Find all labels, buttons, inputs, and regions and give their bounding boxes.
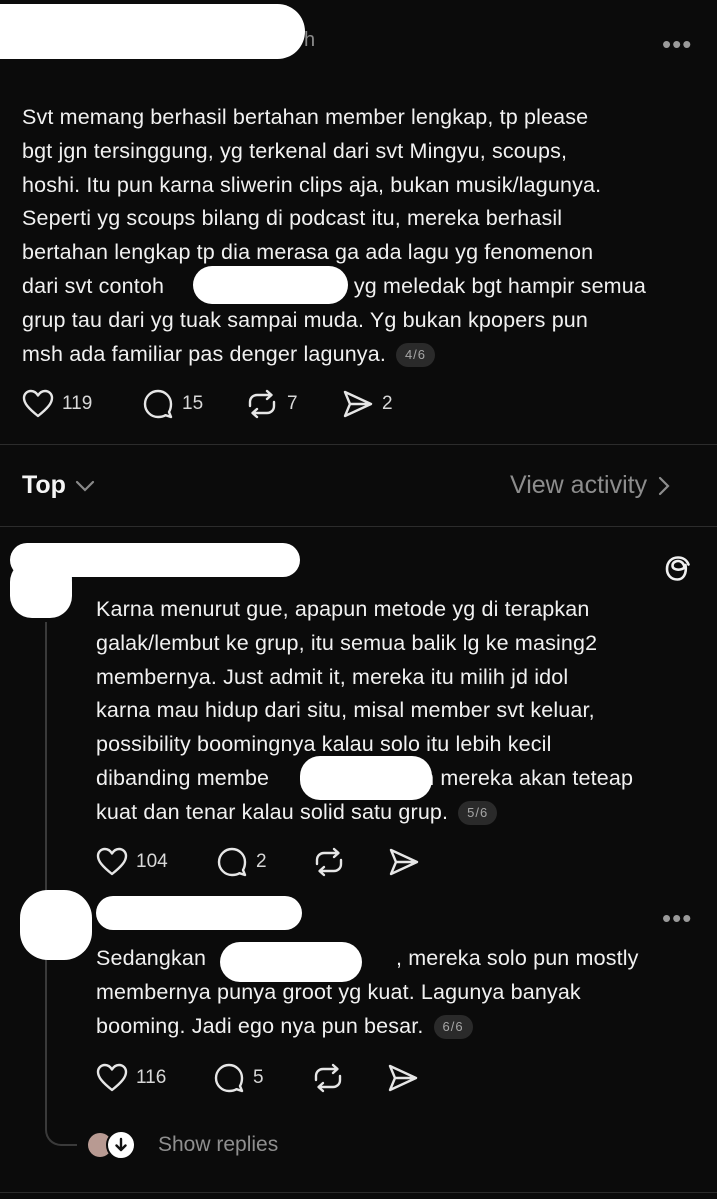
thread-position-badge: 6/6 bbox=[433, 1014, 473, 1039]
reply-line: Karna menurut gue, apapun metode yg di t… bbox=[96, 597, 590, 621]
reply-line: kuat dan tenar kalau solid satu grup. bbox=[96, 799, 449, 824]
share-button[interactable] bbox=[388, 847, 420, 877]
post-time: h bbox=[304, 29, 316, 51]
redacted-text bbox=[193, 266, 348, 304]
repost-count: 7 bbox=[287, 393, 298, 414]
reply-line: membernya. Just admit it, mereka itu mil… bbox=[96, 664, 569, 689]
like-button[interactable]: 116 bbox=[96, 1063, 213, 1093]
reply-button[interactable]: 2 bbox=[216, 846, 312, 878]
repost-button[interactable] bbox=[311, 1062, 387, 1094]
show-replies-button[interactable]: Show replies bbox=[88, 1130, 278, 1160]
divider bbox=[0, 526, 717, 527]
send-icon bbox=[388, 1064, 418, 1092]
comment-icon bbox=[217, 847, 247, 877]
view-activity-link[interactable]: View activity bbox=[510, 471, 671, 500]
show-replies-label: Show replies bbox=[158, 1133, 279, 1156]
like-count: 119 bbox=[62, 393, 93, 414]
send-icon bbox=[343, 390, 373, 418]
like-button[interactable]: 119 bbox=[22, 389, 142, 419]
redacted-text bbox=[300, 756, 432, 800]
repost-icon bbox=[314, 1063, 342, 1093]
share-button[interactable] bbox=[387, 1063, 419, 1093]
post-actions: 119 15 7 2 bbox=[22, 388, 393, 420]
redacted-avatar bbox=[20, 890, 92, 960]
share-button[interactable]: 2 bbox=[342, 389, 393, 419]
reply-line: galak/lembut ke grup, itu semua balik lg… bbox=[96, 630, 598, 655]
post-line: bertahan lengkap tp dia merasa ga ada la… bbox=[22, 240, 594, 265]
reply-line: membernya punya groot yg kuat. Lagunya b… bbox=[96, 979, 581, 1004]
post-line: grup tau dari yg tuak sampai muda. Yg bu… bbox=[22, 307, 589, 332]
post-line: hoshi. Itu pun karna sliwerin clips aja,… bbox=[22, 172, 602, 197]
thread-connector-curve bbox=[45, 1118, 77, 1146]
redacted-username bbox=[0, 4, 305, 59]
more-options-button[interactable]: ••• bbox=[662, 905, 692, 931]
post-line: bgt jgn tersinggung, yg terkenal dari sv… bbox=[22, 138, 568, 163]
reply-button[interactable]: 5 bbox=[213, 1062, 311, 1094]
reply-actions: 104 2 bbox=[96, 846, 420, 878]
post-text: Svt memang berhasil bertahan member leng… bbox=[22, 101, 646, 371]
sort-dropdown[interactable]: Top bbox=[22, 471, 96, 500]
thread-position-badge: 5/6 bbox=[458, 800, 498, 825]
divider bbox=[0, 1192, 717, 1193]
reply-line: Sedangkan , mereka solo pun mostly bbox=[96, 946, 639, 970]
post-line: Svt memang berhasil bertahan member leng… bbox=[22, 105, 589, 129]
share-count: 2 bbox=[382, 393, 393, 414]
chevron-right-icon bbox=[658, 476, 670, 495]
reply-text: Sedangkan , mereka solo pun mostly membe… bbox=[96, 942, 639, 1043]
more-options-button[interactable]: ••• bbox=[662, 31, 692, 57]
like-button[interactable]: 104 bbox=[96, 847, 216, 877]
heart-icon bbox=[22, 389, 54, 418]
repost-button[interactable] bbox=[312, 846, 388, 878]
reply-count: 2 bbox=[256, 851, 267, 872]
heart-icon bbox=[96, 847, 128, 876]
redacted-avatar bbox=[10, 560, 72, 618]
heart-icon bbox=[96, 1063, 128, 1092]
threads-logo-icon bbox=[662, 552, 694, 591]
like-count: 104 bbox=[136, 851, 168, 872]
thread-position-badge: 4/6 bbox=[395, 342, 436, 367]
send-icon bbox=[389, 848, 419, 876]
reply-actions: 116 5 bbox=[96, 1062, 419, 1094]
reply-line: karna mau hidup dari situ, misal member … bbox=[96, 698, 595, 723]
repost-button[interactable]: 7 bbox=[245, 388, 342, 420]
like-count: 116 bbox=[136, 1067, 167, 1088]
sort-label: Top bbox=[22, 471, 66, 499]
redacted-text bbox=[220, 942, 362, 982]
repost-icon bbox=[315, 847, 343, 877]
post-line: Seperti yg scoups bilang di podcast itu,… bbox=[22, 206, 563, 231]
comment-icon bbox=[214, 1063, 244, 1093]
view-activity-label: View activity bbox=[510, 471, 648, 499]
chevron-down-icon bbox=[75, 480, 95, 492]
comment-icon bbox=[143, 389, 173, 419]
reply-count: 5 bbox=[253, 1067, 264, 1088]
arrow-down-icon bbox=[106, 1130, 136, 1160]
thread-connector bbox=[45, 622, 47, 1122]
post-line: msh ada familiar pas denger lagunya. bbox=[22, 341, 386, 366]
reply-line: booming. Jadi ego nya pun besar. bbox=[96, 1013, 424, 1038]
repost-icon bbox=[248, 389, 276, 419]
redacted-username bbox=[96, 896, 302, 930]
reply-count: 15 bbox=[182, 393, 204, 414]
divider bbox=[0, 444, 717, 445]
reply-button[interactable]: 15 bbox=[142, 388, 245, 420]
